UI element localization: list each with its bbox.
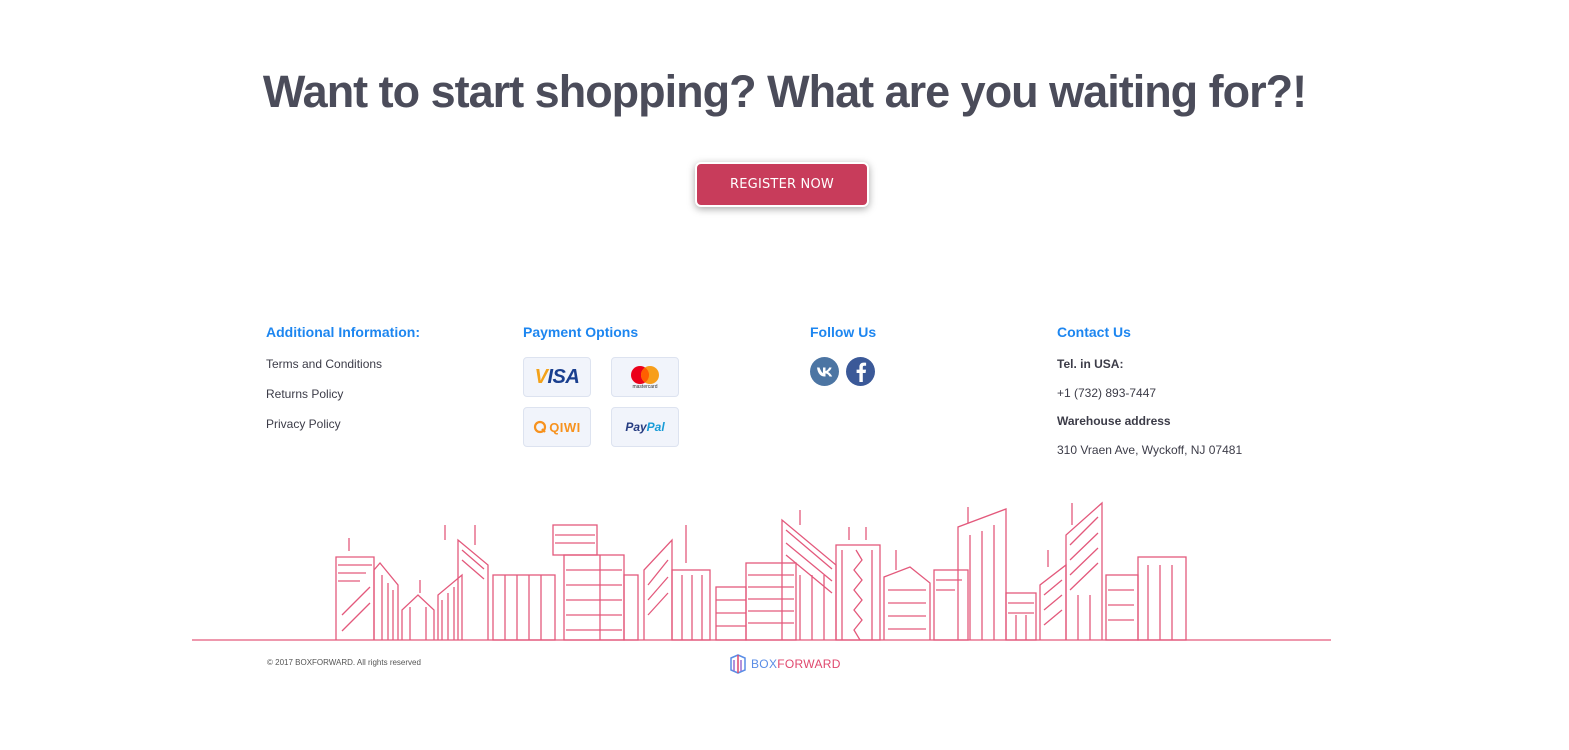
paypal-logo-text: PayPal <box>625 420 665 434</box>
hero-title: Want to start shopping? What are you wai… <box>262 66 1307 117</box>
vk-glyph-icon <box>816 367 832 376</box>
vk-icon[interactable] <box>810 357 839 386</box>
warehouse-address-value: 310 Vraen Ave, Wyckoff, NJ 07481 <box>1057 443 1243 457</box>
copyright-text: © 2017 BOXFORWARD. All rights reserved <box>267 658 421 667</box>
city-skyline-illustration <box>192 501 1331 641</box>
payment-options-title: Payment Options <box>523 324 639 340</box>
returns-policy-link[interactable]: Returns Policy <box>266 387 343 401</box>
warehouse-address-label: Warehouse address <box>1057 414 1171 428</box>
logo-text: BOXFORWARD <box>751 657 841 671</box>
facebook-glyph-icon <box>856 362 866 382</box>
tel-value[interactable]: +1 (732) 893-7447 <box>1057 386 1156 400</box>
privacy-policy-link[interactable]: Privacy Policy <box>266 417 341 431</box>
visa-icon: VISA <box>523 357 591 397</box>
qiwi-logo-text: QIWI <box>533 420 581 435</box>
paypal-icon: PayPal <box>611 407 679 447</box>
boxforward-logo[interactable]: BOXFORWARD <box>729 654 841 674</box>
mastercard-icon: mastercard <box>611 357 679 397</box>
qiwi-icon: QIWI <box>523 407 591 447</box>
box-logo-icon <box>730 654 746 674</box>
additional-info-title: Additional Information: <box>266 324 420 340</box>
contact-us-title: Contact Us <box>1057 324 1131 340</box>
register-now-button[interactable]: REGISTER NOW <box>695 162 869 207</box>
tel-label: Tel. in USA: <box>1057 357 1124 371</box>
facebook-icon[interactable] <box>846 357 875 386</box>
terms-link[interactable]: Terms and Conditions <box>266 357 382 371</box>
mastercard-label: mastercard <box>632 384 658 390</box>
follow-us-title: Follow Us <box>810 324 877 340</box>
visa-logo-text: VISA <box>534 365 580 388</box>
